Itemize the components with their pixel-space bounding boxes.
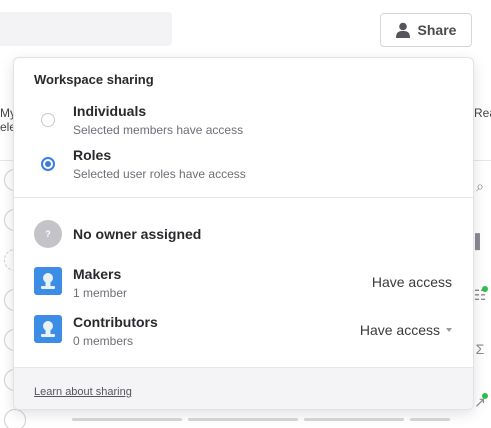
- option-description: Selected members have access: [73, 123, 244, 137]
- question-icon: ?: [34, 220, 62, 248]
- access-level: Have access: [371, 274, 452, 290]
- progress-track: [410, 418, 450, 421]
- owner-label: No owner assigned: [73, 226, 202, 242]
- option-roles[interactable]: Roles Selected user roles have access: [14, 146, 473, 186]
- radio-individuals[interactable]: [41, 113, 55, 127]
- search-bar[interactable]: [0, 12, 172, 46]
- role-avatar-icon: [34, 315, 62, 343]
- popover-footer: Learn about sharing: [14, 367, 473, 409]
- radio-roles[interactable]: [41, 157, 55, 171]
- building-icon[interactable]: ▌: [472, 233, 488, 249]
- share-button-label: Share: [417, 22, 457, 38]
- role-avatar-icon: [34, 267, 62, 295]
- popover-title: Workspace sharing: [34, 72, 154, 87]
- column-header-partial-right: Rea: [474, 106, 491, 120]
- role-name: Makers: [73, 266, 122, 282]
- option-description: Selected user roles have access: [73, 167, 246, 181]
- status-dot: [482, 393, 488, 399]
- option-label: Roles: [73, 147, 112, 163]
- progress-track: [72, 418, 182, 421]
- search-icon[interactable]: ⌕: [472, 178, 488, 194]
- person-icon: [395, 22, 410, 38]
- role-name: Contributors: [73, 314, 158, 330]
- progress-track: [304, 418, 404, 421]
- sigma-icon[interactable]: Σ: [472, 341, 488, 357]
- role-member-count: 0 members: [73, 334, 134, 348]
- share-button[interactable]: Share: [380, 13, 472, 47]
- status-dot: [482, 286, 488, 292]
- caret-down-icon: [446, 328, 452, 332]
- row-checkbox[interactable]: [4, 409, 26, 428]
- role-member-count: 1 member: [73, 286, 128, 300]
- progress-track: [188, 418, 298, 421]
- workspace-sharing-popover: Workspace sharing Individuals Selected m…: [13, 57, 474, 410]
- section-divider: [14, 197, 473, 198]
- option-label: Individuals: [73, 103, 147, 119]
- learn-about-sharing-link[interactable]: Learn about sharing: [34, 386, 132, 398]
- access-level-dropdown[interactable]: Have access: [360, 322, 452, 338]
- option-individuals[interactable]: Individuals Selected members have access: [14, 102, 473, 142]
